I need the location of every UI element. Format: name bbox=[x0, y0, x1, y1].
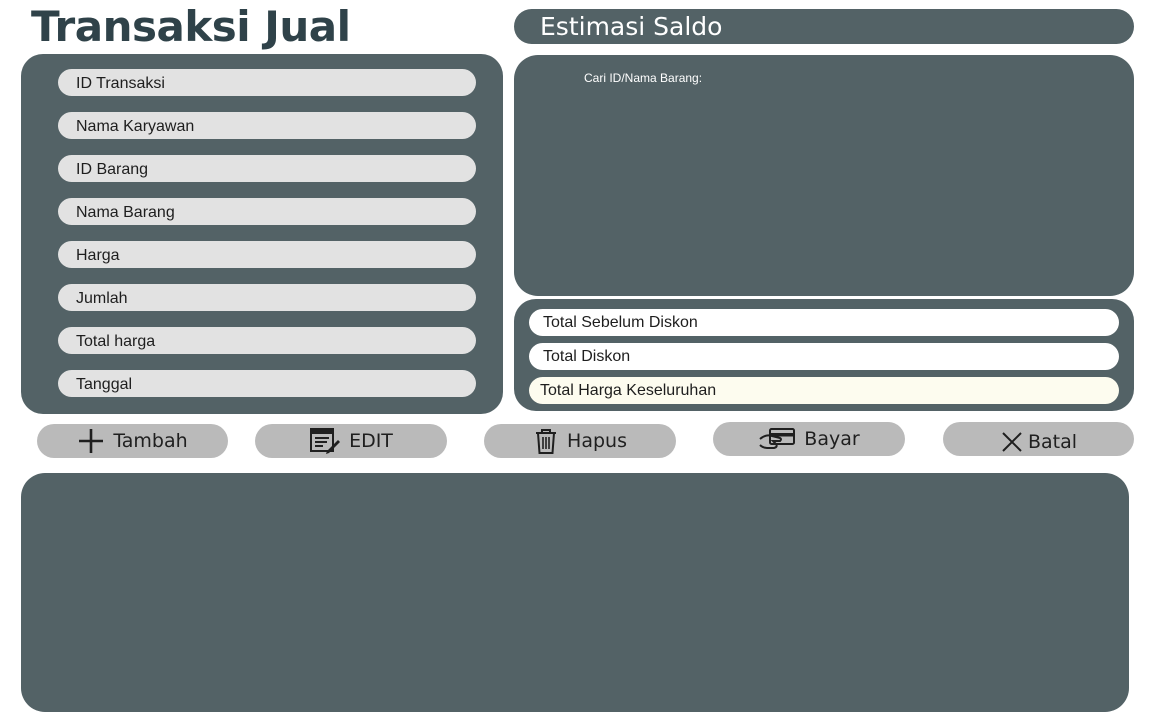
total-harga-keseluruhan-field[interactable]: Total Harga Keseluruhan bbox=[529, 377, 1119, 404]
id-transaksi-field[interactable]: ID Transaksi bbox=[58, 69, 476, 96]
hapus-button-label: Hapus bbox=[567, 430, 627, 452]
total-harga-field[interactable]: Total harga bbox=[58, 327, 476, 354]
transaction-form-panel: ID Transaksi Nama Karyawan ID Barang Nam… bbox=[21, 54, 503, 414]
transaction-table-panel bbox=[21, 473, 1129, 712]
totals-panel: Total Sebelum Diskon Total Diskon Total … bbox=[514, 299, 1134, 411]
edit-button[interactable]: EDIT bbox=[255, 424, 447, 458]
edit-button-label: EDIT bbox=[349, 430, 393, 452]
tambah-button-label: Tambah bbox=[113, 430, 188, 452]
hapus-button[interactable]: Hapus bbox=[484, 424, 676, 458]
bayar-button[interactable]: Bayar bbox=[713, 422, 905, 456]
total-diskon-field[interactable]: Total Diskon bbox=[529, 343, 1119, 370]
search-label: Cari ID/Nama Barang: bbox=[584, 71, 703, 85]
close-icon bbox=[1000, 430, 1024, 454]
nama-karyawan-field[interactable]: Nama Karyawan bbox=[58, 112, 476, 139]
nama-barang-field[interactable]: Nama Barang bbox=[58, 198, 476, 225]
total-sebelum-diskon-field[interactable]: Total Sebelum Diskon bbox=[529, 309, 1119, 336]
harga-field[interactable]: Harga bbox=[58, 241, 476, 268]
tambah-button[interactable]: Tambah bbox=[37, 424, 228, 458]
batal-button[interactable]: Batal bbox=[943, 422, 1134, 456]
page-title: Transaksi Jual bbox=[31, 2, 351, 51]
id-barang-field[interactable]: ID Barang bbox=[58, 155, 476, 182]
bayar-button-label: Bayar bbox=[804, 428, 860, 450]
search-panel: Cari ID/Nama Barang: bbox=[514, 55, 1134, 296]
batal-button-label: Batal bbox=[1027, 431, 1078, 453]
trash-icon bbox=[533, 427, 559, 455]
plus-icon bbox=[77, 427, 105, 455]
edit-icon bbox=[309, 427, 341, 455]
jumlah-field[interactable]: Jumlah bbox=[58, 284, 476, 311]
card-payment-icon bbox=[758, 426, 796, 452]
estimasi-saldo-bar: Estimasi Saldo bbox=[514, 9, 1134, 44]
tanggal-field[interactable]: Tanggal bbox=[58, 370, 476, 397]
